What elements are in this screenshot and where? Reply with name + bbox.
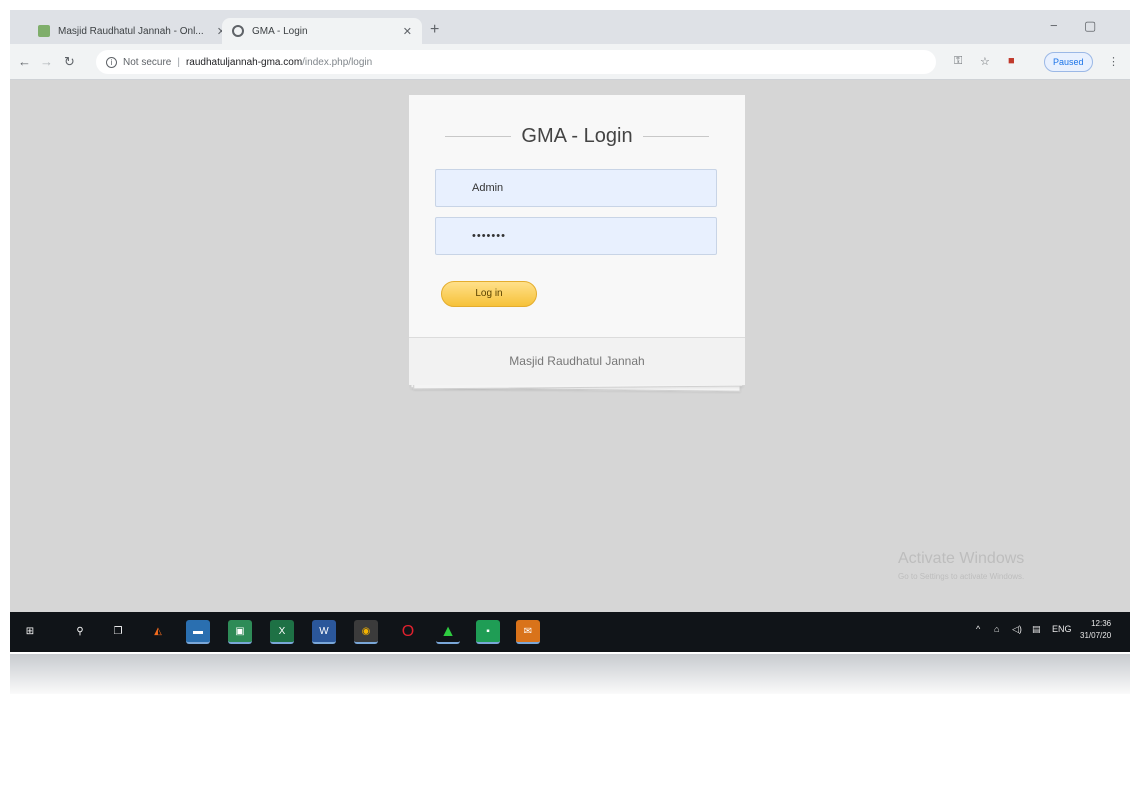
app-green-icon[interactable]: ▲ — [436, 620, 460, 644]
notification-icon[interactable]: ▤ — [1032, 624, 1041, 635]
chrome-icon[interactable]: ◉ — [354, 620, 378, 644]
tab-bar: Masjid Raudhatul Jannah - Onl... ✕ GMA -… — [10, 10, 1130, 44]
login-card: GMA - Login Admin ••••••• Log in Masjid … — [408, 94, 746, 385]
screen-reflection — [10, 654, 1130, 694]
password-field[interactable]: ••••••• — [435, 217, 717, 255]
activate-windows-watermark: Activate Windows Go to Settings to activ… — [898, 550, 1024, 581]
opera-icon[interactable]: O — [396, 620, 420, 644]
mosque-icon — [38, 25, 50, 37]
tab-title: GMA - Login — [252, 25, 308, 37]
page-title: GMA - Login — [409, 125, 745, 148]
system-clock[interactable]: 12:36 31/07/20 — [1080, 618, 1111, 642]
screen: Masjid Raudhatul Jannah - Onl... ✕ GMA -… — [10, 10, 1130, 652]
login-card-stack: GMA - Login Admin ••••••• Log in Masjid … — [408, 94, 746, 394]
key-icon[interactable]: ⚿ — [954, 55, 962, 68]
divider: | — [177, 56, 180, 68]
tab-gma-login[interactable]: GMA - Login ✕ — [222, 18, 422, 44]
excel-icon[interactable]: X — [270, 620, 294, 644]
watermark-title: Activate Windows — [898, 550, 1025, 567]
forward-icon[interactable]: → — [40, 54, 53, 69]
security-label: Not secure — [123, 56, 172, 68]
info-icon[interactable]: i — [106, 56, 117, 68]
menu-icon[interactable]: ⋮ — [1108, 55, 1119, 68]
store-icon[interactable]: ▣ — [228, 620, 252, 644]
taskbar: ⊞ ⚲ ❐ ◭ ▬ ▣ X W ◉ O ▲ ▪ ✉ ^ ⌂ ◁) ▤ ENG 1… — [10, 612, 1130, 652]
matlab-icon[interactable]: ◭ — [146, 620, 170, 644]
app-square-icon[interactable]: ▪ — [476, 620, 500, 644]
url-path: /index.php/login — [302, 56, 373, 68]
mail-icon[interactable]: ✉ — [516, 620, 540, 644]
profile-button[interactable]: Paused — [1044, 52, 1093, 72]
word-icon[interactable]: W — [312, 620, 336, 644]
clock-date: 31/07/20 — [1080, 631, 1112, 640]
maximize-button[interactable]: ▢ — [1084, 18, 1096, 34]
browser-toolbar: ← → ↻ i Not secure | raudhatuljannah-gma… — [10, 44, 1130, 80]
login-title: GMA - Login — [521, 125, 633, 147]
volume-icon[interactable]: ◁) — [1012, 624, 1022, 635]
url-host: raudhatuljannah-gma.com — [185, 56, 303, 68]
back-icon[interactable]: ← — [18, 54, 31, 69]
extension-icon[interactable]: ■ — [1008, 55, 1015, 67]
globe-icon — [232, 25, 244, 37]
divider — [445, 136, 512, 137]
close-icon[interactable]: ✕ — [403, 25, 412, 38]
star-icon[interactable]: ☆ — [980, 55, 990, 68]
login-button[interactable]: Log in — [441, 281, 537, 307]
card-footer: Masjid Raudhatul Jannah — [409, 337, 745, 385]
background — [0, 694, 1132, 791]
tab-title: Masjid Raudhatul Jannah - Onl... — [58, 25, 204, 37]
start-icon[interactable]: ⊞ — [18, 620, 42, 644]
chevron-up-icon[interactable]: ^ — [976, 624, 980, 634]
language-indicator[interactable]: ENG — [1052, 624, 1072, 634]
tab-masjid[interactable]: Masjid Raudhatul Jannah - Onl... ✕ — [28, 18, 236, 44]
clock-time: 12:36 — [1091, 619, 1112, 628]
task-view-icon[interactable]: ❐ — [106, 620, 130, 644]
search-icon[interactable]: ⚲ — [68, 620, 92, 644]
divider — [642, 136, 709, 137]
network-icon[interactable]: ⌂ — [994, 624, 999, 634]
minimize-button[interactable]: − — [1050, 18, 1058, 33]
address-bar[interactable]: i Not secure | raudhatuljannah-gma.com /… — [96, 50, 936, 74]
file-explorer-icon[interactable]: ▬ — [186, 620, 210, 644]
new-tab-button[interactable]: + — [430, 21, 439, 39]
username-field[interactable]: Admin — [435, 169, 717, 207]
reload-icon[interactable]: ↻ — [64, 54, 75, 70]
watermark-subtitle: Go to Settings to activate Windows. — [898, 572, 1025, 581]
